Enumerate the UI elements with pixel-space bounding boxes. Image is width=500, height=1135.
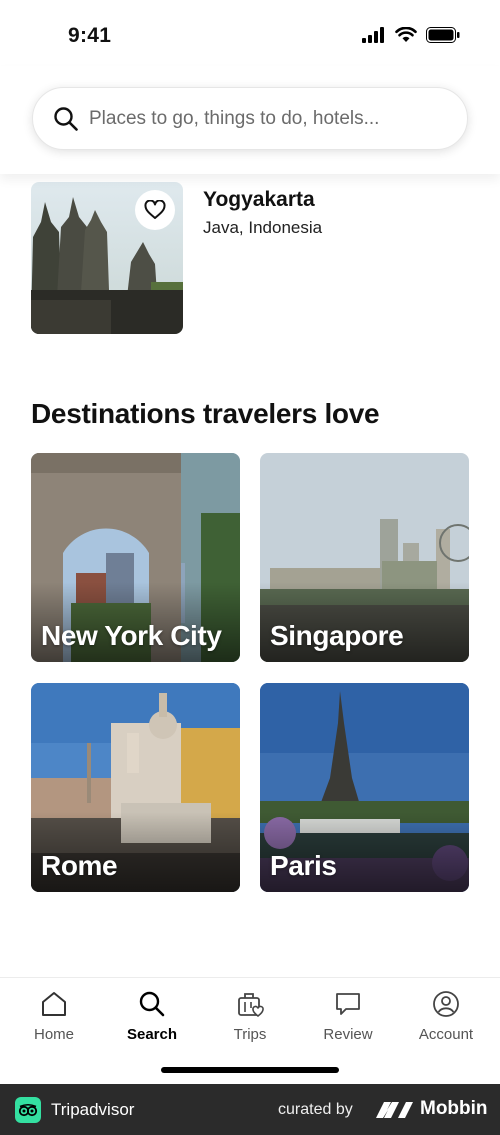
nav-item-review[interactable]: Review: [299, 990, 397, 1043]
tripadvisor-logo-icon: [15, 1097, 41, 1123]
destination-card-rome[interactable]: Rome: [31, 683, 240, 892]
account-icon: [433, 991, 459, 1017]
nav-label: Trips: [233, 1026, 267, 1043]
footer-curated-by: curated by: [278, 1101, 353, 1118]
destination-label: Singapore: [270, 620, 404, 651]
destination-label: New York City: [41, 620, 222, 651]
destination-card-new-york[interactable]: New York City: [31, 453, 240, 662]
destination-label: Rome: [41, 850, 118, 881]
save-heart-button[interactable]: [135, 190, 175, 230]
nav-label: Home: [33, 1026, 74, 1043]
status-bar: 9:41: [0, 0, 500, 66]
saved-place-title: Yogyakarta: [203, 188, 315, 211]
nav-item-account[interactable]: Account: [397, 990, 495, 1043]
status-time: 9:41: [68, 24, 112, 47]
attribution-footer: Tripadvisor curated by Mobbin: [0, 1084, 500, 1135]
bottom-nav: Home Search Trips Review Account: [0, 977, 500, 1084]
home-icon: [42, 992, 66, 1016]
speech-bubble-icon: [336, 993, 360, 1015]
section-title: Destinations travelers love: [31, 398, 380, 429]
search-icon: [54, 106, 78, 131]
home-indicator: [161, 1067, 339, 1073]
search-input[interactable]: [89, 107, 449, 130]
destination-card-paris[interactable]: Paris: [260, 683, 469, 892]
nav-item-search[interactable]: Search: [103, 990, 201, 1043]
mobbin-logo-icon: [376, 1102, 413, 1118]
nav-label: Account: [418, 1026, 474, 1043]
nav-item-home[interactable]: Home: [5, 990, 103, 1043]
wifi-icon: [395, 27, 417, 42]
nav-label: Review: [323, 1026, 373, 1043]
saved-place-card[interactable]: Yogyakarta Java, Indonesia: [31, 182, 471, 334]
search-header: [0, 66, 500, 174]
nav-item-trips[interactable]: Trips: [201, 990, 299, 1043]
destination-label: Paris: [270, 850, 337, 881]
status-icons: [362, 27, 460, 43]
nav-label: Search: [126, 1026, 178, 1043]
battery-icon: [426, 27, 460, 43]
suitcase-heart-icon: [238, 993, 264, 1018]
destination-card-singapore[interactable]: Singapore: [260, 453, 469, 662]
signal-icon: [362, 27, 384, 43]
footer-mobbin: Mobbin: [420, 1098, 488, 1119]
search-icon: [139, 991, 165, 1017]
footer-brand: Tripadvisor: [51, 1100, 135, 1119]
search-bar[interactable]: [32, 87, 468, 150]
heart-icon: [144, 200, 166, 219]
saved-place-location: Java, Indonesia: [203, 218, 323, 237]
